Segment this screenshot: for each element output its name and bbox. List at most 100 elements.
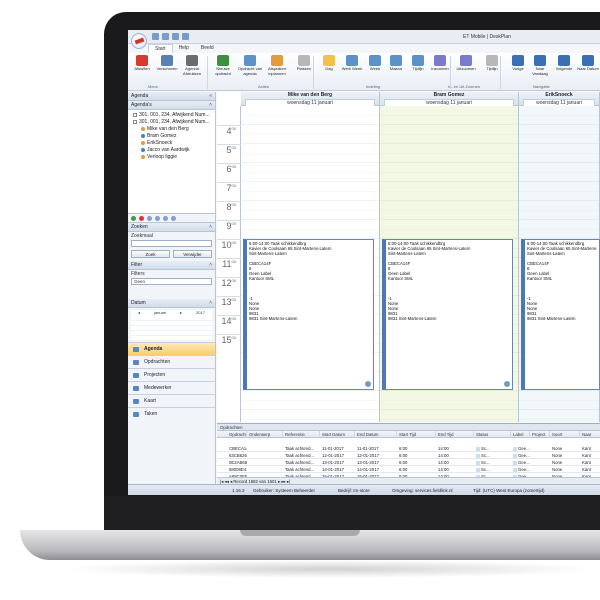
next-month-icon[interactable]: ▸ xyxy=(180,310,182,316)
appointment-status-icon[interactable] xyxy=(365,381,371,387)
nav-button-kaart[interactable]: Kaart xyxy=(128,394,215,407)
down-icon[interactable] xyxy=(163,216,168,221)
ribbon-button-18[interactable]: Volgende xyxy=(552,55,576,72)
tree-toolbar xyxy=(128,214,215,223)
sort-icon[interactable] xyxy=(171,216,176,221)
left-navigation: Agenda « Agenda's ˄ 301, 001, 234, Afwij… xyxy=(128,92,216,484)
column-header-cell[interactable]: Start Tijd xyxy=(397,431,436,438)
table-cell: Sc... xyxy=(474,445,511,452)
appointment[interactable]: 6:00-14:00 Taak schikkendbrg Kavier de Co… xyxy=(521,239,600,390)
up-icon[interactable] xyxy=(155,216,160,221)
prev-month-icon[interactable]: ◂ xyxy=(138,310,140,316)
mini-calendar[interactable]: ◂ januari ▸ 2017 xyxy=(131,310,212,340)
ribbon-button-17[interactable]: Naar Vandaag xyxy=(528,55,552,76)
person-icon[interactable] xyxy=(141,154,145,159)
save-icon[interactable] xyxy=(152,33,159,40)
ribbon-button-19[interactable]: Naar Datum xyxy=(576,55,600,72)
column-header-cell[interactable]: End Datum xyxy=(355,431,397,438)
hour-label: 400 xyxy=(217,125,241,144)
calendar-days[interactable] xyxy=(131,316,212,336)
ribbon-button-1[interactable]: Afsluiten xyxy=(130,55,154,72)
column-header[interactable]: Bram Gomez woensdag 11 januari xyxy=(380,92,519,107)
column-header-cell[interactable]: Opdracht ID xyxy=(227,431,247,438)
table-row[interactable]: 0E2AB686 Taak achtend... 13-01-2017 13-01-2… xyxy=(217,459,600,466)
add-icon[interactable] xyxy=(131,216,136,221)
column-header-cell[interactable]: Soort xyxy=(550,431,580,438)
chevron-up-icon[interactable]: ˄ xyxy=(209,101,212,110)
tree-item[interactable]: Verloop liggie xyxy=(131,154,212,161)
column-header-cell[interactable]: Onderwerp xyxy=(247,431,283,438)
reset-button[interactable]: Verwijder xyxy=(173,250,212,258)
nav-button-label: Opdrachten xyxy=(144,359,171,365)
ribbon-button-11[interactable]: Maand xyxy=(384,55,408,72)
ribbon-button-8[interactable]: Dag xyxy=(317,55,341,72)
chevron-left-icon[interactable]: « xyxy=(209,92,212,101)
column-header-cell[interactable]: Project xyxy=(530,431,550,438)
ribbon-button-2[interactable]: Verschoven xyxy=(155,55,179,72)
date-header[interactable]: Datum ˄ xyxy=(128,299,215,308)
tab-beeld[interactable]: Beeld xyxy=(195,44,220,53)
tree-item[interactable]: Jacco van Aardwijk xyxy=(131,147,212,154)
day-column[interactable]: 6:00-14:00 Taak schikkendbrg Kavier de Co… xyxy=(519,106,600,422)
person-icon[interactable] xyxy=(141,133,145,138)
ribbon-button-6[interactable]: Afspraken inplannen xyxy=(265,55,289,76)
column-header-cell[interactable]: Start Datum xyxy=(320,431,355,438)
column-header[interactable]: Mike van den Berg woensdag 11 januari xyxy=(241,92,380,107)
tree-item[interactable]: Bram Gomez xyxy=(131,133,212,140)
table-row[interactable]: 58008E41 Taak achtend... 14-01-2017 14-01-2… xyxy=(217,466,600,473)
tab-help[interactable]: Help xyxy=(173,44,195,53)
paste-icon[interactable] xyxy=(172,33,179,40)
checkbox-icon[interactable] xyxy=(133,119,137,124)
ribbon-button-5[interactable]: Opdracht van agenda xyxy=(238,55,262,76)
checkbox-icon[interactable] xyxy=(133,112,137,117)
copy-icon[interactable] xyxy=(162,33,169,40)
day-column[interactable]: 6:00-14:00 Taak schikkendbrg Kavier de Co… xyxy=(380,106,519,422)
chevron-up-icon[interactable]: ˄ xyxy=(209,261,212,270)
chevron-up-icon[interactable]: ˄ xyxy=(209,299,212,308)
ribbon-button-3[interactable]: Agenda Afdrukken xyxy=(180,55,204,76)
tab-start[interactable]: Start xyxy=(148,44,173,53)
table-row[interactable]: 63CB6267 Taak achtend... 12-01-2017 12-01-2… xyxy=(217,452,600,459)
agendas-header[interactable]: Agenda's ˄ xyxy=(128,101,215,110)
nav-button-medewerker[interactable]: Medewerker xyxy=(128,381,215,394)
remove-icon[interactable] xyxy=(139,216,144,221)
ribbon-button-9[interactable]: Werk Week xyxy=(340,55,364,72)
ribbon-button-13[interactable]: Inzoomen xyxy=(428,55,452,72)
appointment[interactable]: 6:00-14:00 Taak schikkendbrg Kavier de Co… xyxy=(243,239,374,390)
search-input[interactable] xyxy=(131,240,212,247)
tree-item[interactable]: ErikSnoeck xyxy=(131,140,212,147)
tree-item[interactable]: 301, 001, 234, Afwijkend Num... xyxy=(131,112,212,119)
nav-button-taken[interactable]: Taken xyxy=(128,407,215,420)
ribbon-button-12[interactable]: Tijdlijn xyxy=(406,55,430,72)
ribbon-button-14[interactable]: Uitzoomen xyxy=(454,55,478,72)
column-header-cell[interactable]: Naar xyxy=(580,431,600,438)
search-button[interactable]: Zoek xyxy=(131,250,170,258)
column-header-cell[interactable]: End Tijd xyxy=(436,431,474,438)
record-navigator[interactable]: |◂ ◂◂ ◂ Record 1582 van 1601 ▸ ▸▸ ▸| xyxy=(217,477,600,484)
link-icon[interactable] xyxy=(147,216,152,221)
filter-header[interactable]: Filter ˄ xyxy=(128,261,215,270)
person-icon[interactable] xyxy=(141,140,145,145)
search-header[interactable]: Zoeken ˄ xyxy=(128,223,215,232)
table-row[interactable]: CBECA14F Taak achtend... 11-01-2017 11-01-2… xyxy=(217,445,600,452)
appointment-status-icon[interactable] xyxy=(504,381,510,387)
chevron-up-icon[interactable]: ˄ xyxy=(209,223,212,232)
app-logo-icon[interactable] xyxy=(131,33,147,49)
nav-button-opdrachten[interactable]: Opdrachten xyxy=(128,355,215,368)
column-header-cell[interactable]: Status xyxy=(474,431,511,438)
person-icon[interactable] xyxy=(141,147,145,152)
tree-item[interactable]: Mike van den Berg xyxy=(131,126,212,133)
nav-button-agenda[interactable]: Agenda xyxy=(128,342,215,355)
column-header-cell[interactable]: Label xyxy=(511,431,530,438)
ribbon-button-16[interactable]: Vorige xyxy=(506,55,530,72)
nav-button-projecten[interactable]: Projecten xyxy=(128,368,215,381)
filter-select[interactable]: Geen xyxy=(131,278,212,285)
person-icon[interactable] xyxy=(141,126,145,131)
day-column[interactable]: 6:00-14:00 Taak schikkendbrg Kavier de Co… xyxy=(241,106,380,422)
appointment[interactable]: 6:00-14:00 Taak schikkendbrg Kavier de Co… xyxy=(382,239,513,390)
column-header-cell[interactable]: Referentie xyxy=(283,431,320,438)
ribbon-button-4[interactable]: Nieuwe opdracht xyxy=(211,55,235,76)
column-header[interactable]: ErikSnoeck woensdag 11 januari xyxy=(519,92,600,107)
tree-item[interactable]: 301, 001, 234, Afwijkend Num... xyxy=(131,119,212,126)
refresh-icon[interactable] xyxy=(182,33,189,40)
